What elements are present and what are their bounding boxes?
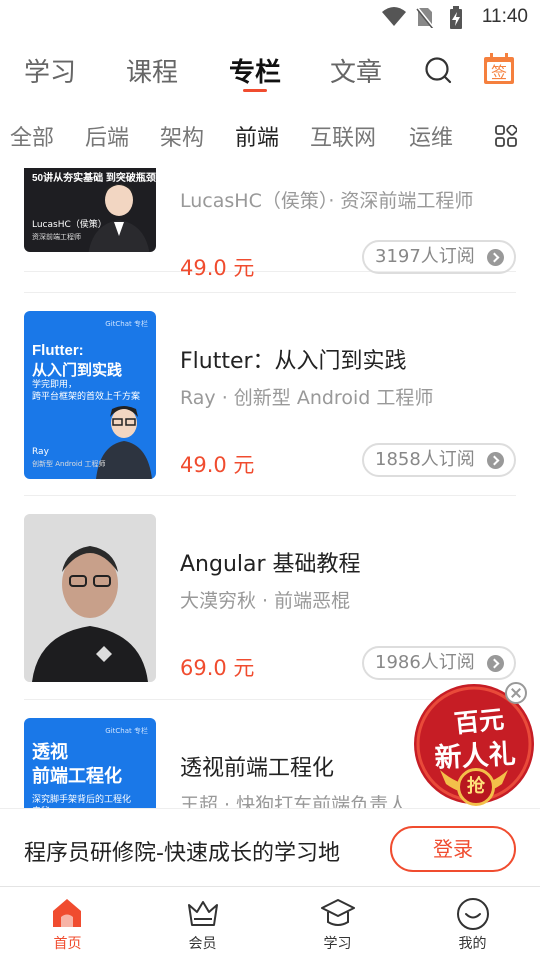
calendar-sign-icon: 签 [484, 53, 514, 84]
category-internet[interactable]: 互联网 [310, 120, 376, 152]
category-backend[interactable]: 后端 [85, 120, 129, 152]
no-sim-icon [416, 6, 434, 28]
active-tab-indicator [243, 89, 267, 92]
category-all[interactable]: 全部 [10, 120, 54, 152]
course-cover [24, 514, 156, 682]
subscriber-count: 1986人订阅 [375, 652, 475, 673]
chevron-right-icon [487, 452, 504, 469]
cover-author-role: 资深前端工程师 [32, 233, 81, 241]
login-button[interactable]: 登录 [390, 826, 516, 872]
course-price: 69.0 元 [180, 656, 255, 680]
category-frontend[interactable]: 前端 [235, 120, 279, 152]
clock: 11:40 [481, 6, 528, 27]
tab-courses[interactable]: 课程 [126, 52, 178, 89]
cover-author-name: LucasHC（侯策） [32, 220, 107, 230]
nav-home[interactable]: 首页 [0, 887, 135, 960]
subscriber-count: 1858人订阅 [375, 449, 475, 470]
category-architecture[interactable]: 架构 [160, 120, 204, 152]
cover-author-role: 创新型 Android 工程师 [32, 460, 106, 468]
bottom-nav: 首页 会员 学习 我的 [0, 886, 540, 960]
category-tab-bar: 全部 后端 架构 前端 互联网 运维 [0, 118, 540, 154]
cover-title: 透视 前端工程化 [32, 742, 122, 786]
graduation-cap-icon [321, 899, 355, 926]
category-ops[interactable]: 运维 [409, 120, 453, 152]
author-photo [24, 514, 156, 682]
course-item[interactable]: 50讲从夯实基础 到突破瓶颈 LucasHC（侯策） 资深前端工程师 Lucas… [24, 168, 516, 280]
nav-vip-label: 会员 [188, 936, 217, 952]
grab-button[interactable]: 抢 [457, 768, 495, 806]
profile-icon [457, 898, 489, 930]
course-title: 透视前端工程化 [180, 756, 335, 781]
cover-title: Flutter: 从入门到实践 [32, 342, 123, 379]
subscribe-count-button[interactable]: 1986人订阅 [362, 646, 516, 680]
course-title: Flutter：从入门到实践 [180, 349, 407, 374]
course-price: 49.0 元 [180, 453, 255, 477]
chevron-right-icon [487, 655, 504, 672]
nav-vip[interactable]: 会员 [135, 887, 270, 960]
course-author: LucasHC（侯策）· 资深前端工程师 [180, 190, 474, 212]
sign-in-button[interactable]: 签 [483, 53, 515, 85]
subscribe-count-button[interactable]: 3197人订阅 [362, 240, 516, 274]
course-cover: GitChat 专栏 Flutter: 从入门到实践 学完即用， 跨平台框架的首… [24, 311, 156, 479]
course-author: 大漠穷秋 · 前端恶棍 [180, 590, 351, 612]
login-banner-text: 程序员研修院-快速成长的学习地 [24, 841, 340, 866]
cover-subtitle: 深究脚手架背后的工程化 奥秘 [32, 795, 132, 808]
tab-articles[interactable]: 文章 [330, 52, 382, 89]
nav-profile[interactable]: 我的 [405, 887, 540, 960]
cover-author-name: Ray [32, 447, 49, 457]
sign-in-label: 签 [491, 63, 507, 82]
course-cover: GitChat 专栏 透视 前端工程化 深究脚手架背后的工程化 奥秘 [24, 718, 156, 808]
cover-brand: GitChat 专栏 [105, 320, 148, 328]
chevron-right-icon [487, 249, 504, 266]
grid-menu-icon[interactable] [495, 125, 517, 147]
close-icon[interactable] [505, 682, 527, 704]
status-bar: 11:40 [0, 0, 540, 36]
tab-study[interactable]: 学习 [24, 52, 76, 89]
course-cover: 50讲从夯实基础 到突破瓶颈 LucasHC（侯策） 资深前端工程师 [24, 168, 156, 252]
course-author: Ray · 创新型 Android 工程师 [180, 387, 434, 409]
login-banner: 程序员研修院-快速成长的学习地 登录 [0, 808, 540, 888]
course-item[interactable]: Angular 基础教程 大漠穷秋 · 前端恶棍 69.0 元 1986人订阅 [24, 496, 516, 700]
course-author: 王超 · 快狗打车前端负责人 [180, 794, 408, 808]
wifi-icon [382, 7, 406, 26]
course-item[interactable]: GitChat 专栏 Flutter: 从入门到实践 学完即用， 跨平台框架的首… [24, 292, 516, 496]
nav-study-label: 学习 [323, 936, 352, 952]
cover-subtitle: 学完即用， 跨平台框架的首效上千方案 [32, 380, 141, 402]
home-icon [53, 899, 81, 927]
cover-brand: GitChat 专栏 [105, 727, 148, 735]
course-title: Angular 基础教程 [180, 552, 361, 577]
search-icon[interactable] [424, 56, 452, 84]
nav-study[interactable]: 学习 [270, 887, 405, 960]
vip-crown-icon [188, 901, 218, 926]
course-price: 49.0 元 [180, 256, 255, 280]
author-illustration [88, 184, 150, 252]
tab-columns[interactable]: 专栏 [229, 52, 281, 89]
nav-profile-label: 我的 [458, 936, 487, 952]
main-tab-bar: 学习 课程 专栏 文章 [0, 48, 540, 98]
battery-charging-icon [450, 6, 462, 29]
subscriber-count: 3197人订阅 [375, 246, 475, 267]
nav-home-label: 首页 [53, 936, 82, 952]
subscribe-count-button[interactable]: 1858人订阅 [362, 443, 516, 477]
